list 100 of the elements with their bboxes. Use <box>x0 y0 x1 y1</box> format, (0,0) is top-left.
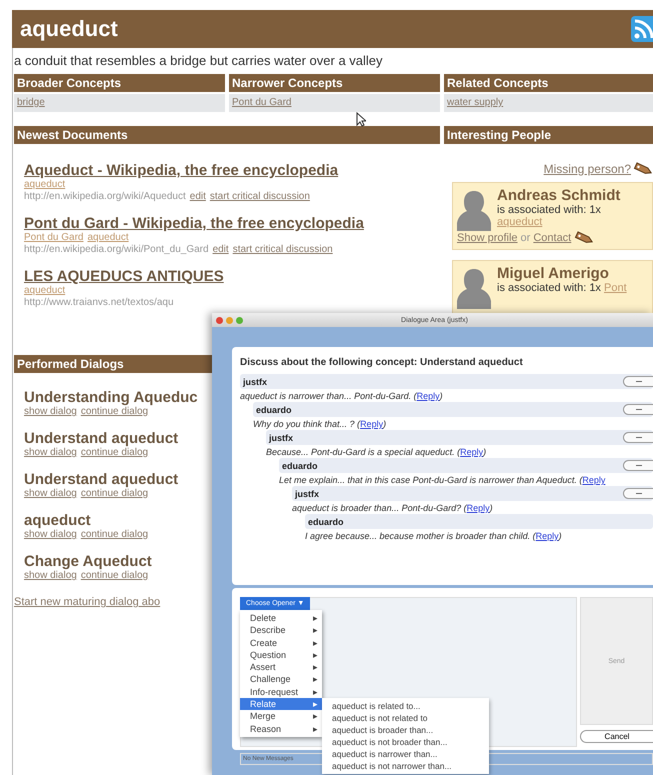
concept-link[interactable]: Pont du Gard <box>232 97 292 108</box>
menu-item[interactable]: Assert ▸ <box>240 661 322 674</box>
concept-link[interactable]: Pont <box>604 282 627 294</box>
action-link[interactable]: edit <box>212 244 229 256</box>
author-name: justfx <box>295 488 320 498</box>
message-text: Let me explain... that in this case Pont-du-Gard is narrower than Aqueduct. (Reply <box>279 475 606 485</box>
reply-link[interactable]: Reply <box>582 475 606 485</box>
submenu-item[interactable]: aqueduct is not narrower than... <box>322 760 489 772</box>
dialog-title: aqueduct <box>24 512 91 529</box>
collapse-button[interactable] <box>623 376 653 387</box>
tag-link[interactable]: aqueduct <box>24 179 66 191</box>
contact-link[interactable]: Contact <box>533 232 572 244</box>
document-url: http://en.wikipedia.org/wiki/Aqueduct <box>24 191 186 203</box>
reply-link[interactable]: Reply <box>416 391 440 401</box>
menu-item[interactable]: Reason ▸ <box>240 722 322 735</box>
concept-link[interactable]: bridge <box>17 97 45 108</box>
cancel-button[interactable]: Cancel <box>580 730 653 743</box>
dialog-title: Understand aqueduct <box>24 430 178 447</box>
submenu-item[interactable]: aqueduct is narrower than... <box>322 748 489 760</box>
collapse-button[interactable] <box>623 460 653 471</box>
minimize-button[interactable] <box>226 316 233 324</box>
close-button[interactable] <box>216 316 223 324</box>
concept-link[interactable]: water supply <box>447 97 504 108</box>
submenu-item[interactable]: aqueduct is broader than... <box>322 724 489 736</box>
dialog-action-link[interactable]: continue dialog <box>80 447 148 459</box>
reply-link[interactable]: Reply <box>536 531 559 541</box>
document-title-link[interactable]: LES AQUEDUCS ANTIQUES <box>24 268 224 285</box>
association-text: is associated with: 1x aqueduct <box>497 204 602 228</box>
minus-icon <box>636 408 642 410</box>
dialog-action-link[interactable]: continue dialog <box>80 529 148 541</box>
document-url: http://en.wikipedia.org/wiki/Pont_du_Gard <box>24 244 209 256</box>
reply-link[interactable]: Reply <box>460 447 484 457</box>
start-dialog-link[interactable]: Start new maturing dialog abo <box>14 596 160 608</box>
dialog-action-link[interactable]: continue dialog <box>80 570 148 582</box>
section-heading: Newest Documents <box>14 126 440 144</box>
section-heading: Related Concepts <box>444 74 653 92</box>
concept-description: a conduit that resembles a bridge but carries water over a valley <box>14 52 384 70</box>
message-text: aqueduct is narrower than... Pont-du-Gard. (Reply) <box>240 391 444 401</box>
message-text: aqueduct is broader than... Pont-du-Gard? (Reply) <box>292 503 494 513</box>
minus-icon <box>636 464 642 466</box>
tag-link[interactable]: aqueduct <box>87 232 129 244</box>
author-name: eduardo <box>256 404 292 414</box>
section-heading: Narrower Concepts <box>229 74 440 92</box>
dialog-action-link[interactable]: show dialog <box>24 529 77 541</box>
reply-link[interactable]: Reply <box>466 503 490 513</box>
dialog-action-link[interactable]: continue dialog <box>80 488 148 500</box>
author-name: eduardo <box>282 460 318 470</box>
dialog-action-link[interactable]: continue dialog <box>80 406 148 418</box>
action-link[interactable]: start critical discussion <box>232 244 333 256</box>
menu-item[interactable]: Describe ▸ <box>240 624 322 637</box>
zoom-button[interactable] <box>236 316 243 324</box>
reply-link[interactable]: Reply <box>360 419 384 429</box>
message-text: Why do you think that... ? (Reply) <box>253 419 388 429</box>
menu-item[interactable]: Info-request ▸ <box>240 686 322 698</box>
tag-link[interactable]: Pont du Gard <box>24 232 84 244</box>
submenu-item[interactable]: aqueduct is not related to <box>322 712 489 724</box>
collapse-button[interactable] <box>623 488 653 499</box>
dialog-title: Understanding Aqueduc <box>24 389 198 406</box>
page-title: aqueduct <box>20 16 118 42</box>
document-url: http://www.traianvs.net/textos/aqu <box>24 297 174 309</box>
collapse-button[interactable] <box>623 432 653 443</box>
person-name: Andreas Schmidt <box>497 187 622 204</box>
document-title-link[interactable]: Pont du Gard - Wikipedia, the free encyclopedia <box>24 215 364 232</box>
submenu-item[interactable]: aqueduct is not broader than... <box>322 736 489 748</box>
rss-icon[interactable] <box>631 16 653 42</box>
author-name: eduardo <box>308 516 344 526</box>
dialog-action-link[interactable]: show dialog <box>24 570 77 582</box>
menu-item[interactable]: Create ▸ <box>240 636 322 649</box>
author-name: justfx <box>269 432 294 442</box>
menu-item[interactable]: Delete ▸ <box>240 612 322 624</box>
message-text: I agree because... because mother is broader than child. (Reply) <box>305 531 563 541</box>
dialog-title: Change Aqueduct <box>24 553 152 570</box>
section-heading: Interesting People <box>444 126 653 144</box>
dialog-title: Understand aqueduct <box>24 471 178 488</box>
dialog-action-link[interactable]: show dialog <box>24 406 77 418</box>
missing-person-link[interactable]: Missing person? <box>544 162 631 176</box>
document-title-link[interactable]: Aqueduct - Wikipedia, the free encyclopedia <box>24 162 338 179</box>
profile-link[interactable]: Show profile <box>457 232 518 244</box>
menu-item[interactable]: Relate ▸ <box>240 698 322 710</box>
dialog-action-link[interactable]: show dialog <box>24 447 77 459</box>
tag-icon <box>574 231 594 245</box>
concept-link[interactable]: aqueduct <box>497 216 542 228</box>
or-text: or <box>520 232 530 244</box>
action-link[interactable]: edit <box>190 191 206 203</box>
collapse-button[interactable] <box>623 404 653 415</box>
action-link[interactable]: start critical discussion <box>210 191 310 203</box>
message-text: Because... Pont-du-Gard is a special aqueduct. (Reply) <box>266 447 488 457</box>
tag-link[interactable]: aqueduct <box>24 285 66 297</box>
submenu-item[interactable]: aqueduct is related to... <box>322 700 489 712</box>
person-name: Miguel Amerigo <box>497 265 610 282</box>
cursor-icon <box>356 112 366 127</box>
dialog-action-link[interactable]: show dialog <box>24 488 77 500</box>
menu-item[interactable]: Question ▸ <box>240 648 322 662</box>
menu-item[interactable]: Merge ▸ <box>240 710 322 723</box>
menu-item[interactable]: Challenge ▸ <box>240 673 322 686</box>
discussion-heading: Discuss about the following concept: Understand aqueduct <box>240 357 524 368</box>
author-name: justfx <box>243 376 268 386</box>
minus-icon <box>636 380 642 382</box>
section-heading: Performed Dialogs <box>14 355 213 373</box>
minus-icon <box>636 492 642 494</box>
